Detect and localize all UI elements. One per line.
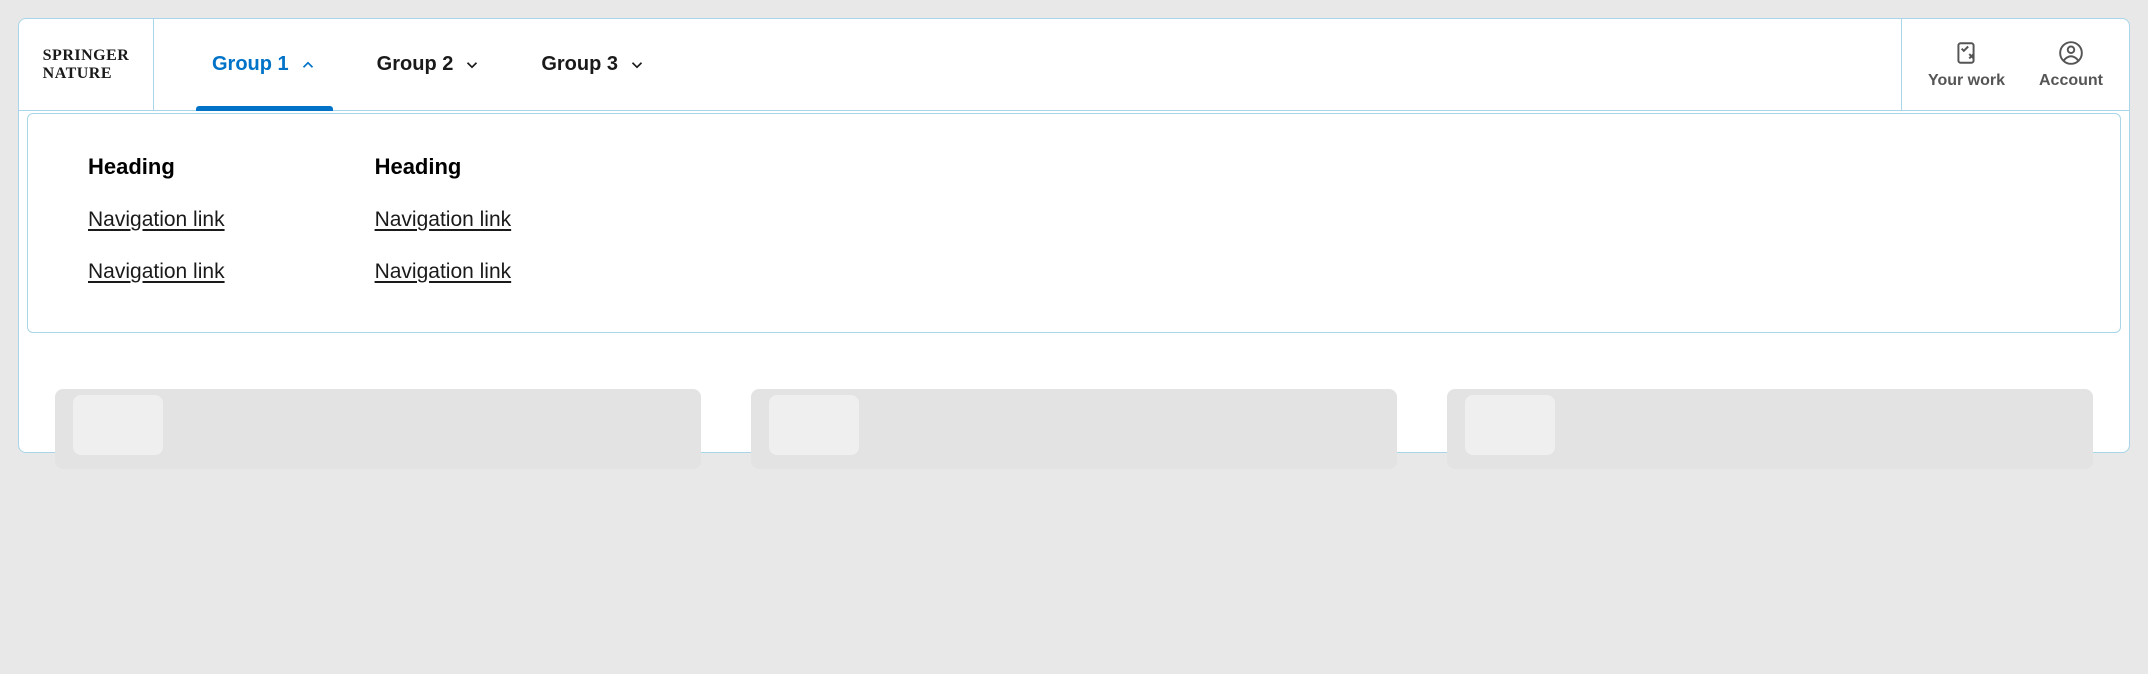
dropdown-nav-link[interactable]: Navigation link xyxy=(375,208,512,232)
chevron-down-icon xyxy=(463,56,481,74)
account-button[interactable]: Account xyxy=(2031,40,2111,90)
nav-right: Your work Account xyxy=(1901,19,2129,110)
nav-tab-group-2[interactable]: Group 2 xyxy=(347,19,512,110)
header-bar: Springer Nature Group 1 Group 2 Group 3 xyxy=(19,19,2129,111)
account-icon xyxy=(2058,40,2084,66)
chevron-up-icon xyxy=(299,56,317,74)
logo-line2: Nature xyxy=(43,65,112,82)
app-frame: Springer Nature Group 1 Group 2 Group 3 xyxy=(18,18,2130,453)
dropdown-column-1: Heading Navigation link Navigation link xyxy=(88,154,225,284)
dropdown-nav-link[interactable]: Navigation link xyxy=(88,208,225,232)
placeholder-card xyxy=(55,389,701,469)
nav-tab-group-3[interactable]: Group 3 xyxy=(511,19,676,110)
placeholder-thumb xyxy=(769,395,859,455)
dropdown-column-2: Heading Navigation link Navigation link xyxy=(375,154,512,284)
your-work-label: Your work xyxy=(1928,72,2005,90)
placeholder-card xyxy=(1447,389,2093,469)
dropdown-nav-link[interactable]: Navigation link xyxy=(375,260,512,284)
logo-line1: Springer xyxy=(43,47,130,64)
nav-tab-label: Group 1 xyxy=(212,53,289,76)
dropdown-heading: Heading xyxy=(88,154,225,180)
placeholder-thumb xyxy=(73,395,163,455)
brand-logo: Springer Nature xyxy=(43,47,130,82)
placeholder-card xyxy=(751,389,1397,469)
clipboard-check-icon xyxy=(1953,40,1979,66)
your-work-button[interactable]: Your work xyxy=(1920,40,2013,90)
nav-tab-group-1[interactable]: Group 1 xyxy=(182,19,347,110)
nav-tabs: Group 1 Group 2 Group 3 xyxy=(154,19,1901,110)
logo-cell[interactable]: Springer Nature xyxy=(19,19,154,110)
dropdown-nav-link[interactable]: Navigation link xyxy=(88,260,225,284)
dropdown-heading: Heading xyxy=(375,154,512,180)
nav-tab-label: Group 2 xyxy=(377,53,454,76)
nav-tab-label: Group 3 xyxy=(541,53,618,76)
placeholder-thumb xyxy=(1465,395,1555,455)
background-cards xyxy=(19,389,2129,469)
chevron-down-icon xyxy=(628,56,646,74)
account-label: Account xyxy=(2039,72,2103,90)
dropdown-panel: Heading Navigation link Navigation link … xyxy=(27,113,2121,333)
